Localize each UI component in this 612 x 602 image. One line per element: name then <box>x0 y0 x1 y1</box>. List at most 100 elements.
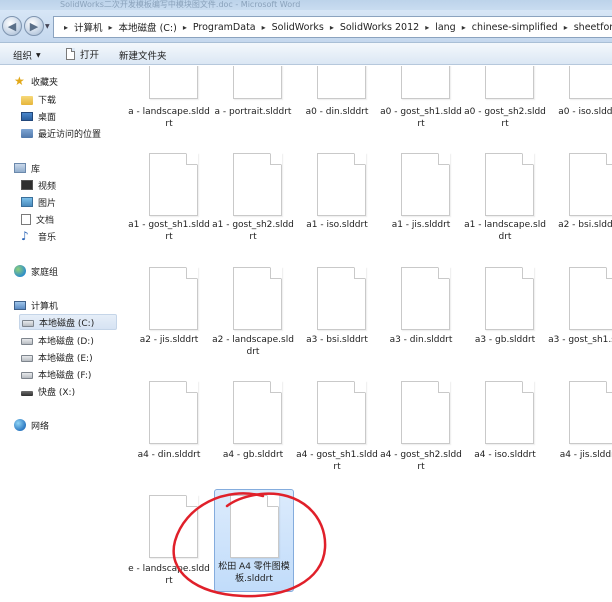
file-name: e - landscape.slddrt <box>128 564 210 586</box>
file-item[interactable]: a1 - iso.slddrt <box>295 150 379 258</box>
file-icon <box>317 153 366 216</box>
file-item[interactable]: a1 - gost_sh1.slddrt <box>127 150 211 258</box>
file-item[interactable]: a4 - gost_sh1.slddrt <box>295 378 379 486</box>
nav-documents[interactable]: 文档 <box>21 211 54 227</box>
file-item[interactable]: a3 - bsi.slddrt <box>295 264 379 372</box>
breadcrumb-solidworks-2012[interactable]: SolidWorks 2012 <box>337 22 422 33</box>
hard-drive-icon <box>21 355 33 362</box>
file-item[interactable]: a4 - gb.slddrt <box>211 378 295 486</box>
nav-pictures[interactable]: 图片 <box>21 194 56 210</box>
nav-drive-d[interactable]: 本地磁盘 (D:) <box>21 332 94 348</box>
file-icon <box>569 153 612 216</box>
file-name: a1 - gost_sh2.slddrt <box>212 220 294 242</box>
file-icon <box>569 66 612 99</box>
breadcrumb-separator[interactable]: ▸ <box>327 23 337 32</box>
nav-usb-x[interactable]: 快盘 (X:) <box>21 383 75 399</box>
file-item[interactable]: a4 - iso.slddrt <box>463 378 547 486</box>
file-item-selected[interactable]: 松田 A4 零件图模板.slddrt <box>214 489 294 592</box>
file-item[interactable]: a4 - din.slddrt <box>127 378 211 486</box>
breadcrumb-separator[interactable]: ▸ <box>561 23 571 32</box>
breadcrumb-separator[interactable]: ▸ <box>422 23 432 32</box>
breadcrumb-separator[interactable]: ▸ <box>459 23 469 32</box>
nav-homegroup[interactable]: 家庭组 <box>14 263 58 279</box>
breadcrumb-solidworks[interactable]: SolidWorks <box>269 22 327 33</box>
file-name: a2 - bsi.slddrt <box>558 220 612 230</box>
breadcrumb-drive-c[interactable]: 本地磁盘 (C:) <box>116 20 180 34</box>
open-button[interactable]: 打开 <box>66 47 99 61</box>
nav-computer[interactable]: 计算机 <box>14 297 58 313</box>
file-icon <box>569 267 612 330</box>
nav-computer-label: 计算机 <box>31 301 59 312</box>
file-item[interactable]: a0 - din.slddrt <box>295 66 379 144</box>
file-item[interactable]: a2 - bsi.slddrt <box>547 150 612 258</box>
nav-network[interactable]: 网络 <box>14 417 49 433</box>
file-item[interactable]: a2 - jis.slddrt <box>127 264 211 372</box>
file-item[interactable]: a0 - gost_sh1.slddrt <box>379 66 463 144</box>
recent-pages-dropdown[interactable]: ▼ <box>45 23 50 30</box>
nav-libraries[interactable]: 库 <box>14 160 40 176</box>
file-item[interactable]: a4 - jis.slddrt <box>547 378 612 486</box>
file-name: a3 - bsi.slddrt <box>306 335 368 345</box>
nav-recent-places[interactable]: 最近访问的位置 <box>21 125 101 141</box>
breadcrumb-separator[interactable]: ▸ <box>61 23 71 32</box>
file-item[interactable]: a3 - din.slddrt <box>379 264 463 372</box>
breadcrumb-computer[interactable]: 计算机 <box>71 20 106 34</box>
file-item[interactable]: a1 - jis.slddrt <box>379 150 463 258</box>
nav-downloads[interactable]: 下载 <box>21 91 56 107</box>
file-name: a4 - din.slddrt <box>137 450 201 460</box>
file-item[interactable]: a1 - gost_sh2.slddrt <box>211 150 295 258</box>
navigation-pane: ★ 收藏夹 下载 桌面 最近访问的位置 库 视频 图片 文档 ♪ 音乐 家庭组 … <box>0 66 121 602</box>
file-item[interactable]: a2 - landscape.slddrt <box>211 264 295 372</box>
nav-drive-f[interactable]: 本地磁盘 (F:) <box>21 366 91 382</box>
file-item[interactable]: a - portrait.slddrt <box>211 66 295 144</box>
file-icon <box>317 267 366 330</box>
file-icon <box>485 267 534 330</box>
nav-favorites[interactable]: ★ 收藏夹 <box>14 73 58 89</box>
file-item[interactable]: a3 - gost_sh1.sldd <box>547 264 612 372</box>
forward-button[interactable]: ▶ <box>24 16 44 36</box>
file-icon <box>317 66 366 99</box>
file-item[interactable]: a - landscape.slddrt <box>127 66 211 144</box>
new-folder-label: 新建文件夹 <box>119 51 167 62</box>
hard-drive-icon <box>21 372 33 379</box>
nav-music[interactable]: ♪ 音乐 <box>21 228 56 244</box>
nav-drive-e[interactable]: 本地磁盘 (E:) <box>21 349 93 365</box>
file-name: a1 - landscape.slddrt <box>464 220 546 242</box>
nav-videos[interactable]: 视频 <box>21 177 56 193</box>
file-item[interactable]: a1 - landscape.slddrt <box>463 150 547 258</box>
hard-drive-icon <box>22 320 34 327</box>
file-item[interactable]: a0 - gost_sh2.slddrt <box>463 66 547 144</box>
file-icon <box>485 66 534 99</box>
breadcrumb-chinese-simplified[interactable]: chinese-simplified <box>469 22 561 33</box>
file-name: a4 - jis.slddrt <box>559 450 612 460</box>
file-name: a3 - din.slddrt <box>389 335 453 345</box>
nav-network-label: 网络 <box>31 421 50 432</box>
new-folder-button[interactable]: 新建文件夹 <box>119 48 167 62</box>
file-name: a3 - gb.slddrt <box>474 335 536 345</box>
nav-drive-c[interactable]: 本地磁盘 (C:) <box>19 314 117 330</box>
file-name: a0 - din.slddrt <box>305 107 369 117</box>
organize-button[interactable]: 组织 ▼ <box>13 48 41 62</box>
file-name: a1 - jis.slddrt <box>391 220 451 230</box>
nav-desktop[interactable]: 桌面 <box>21 108 56 124</box>
breadcrumb-separator[interactable]: ▸ <box>106 23 116 32</box>
file-icon <box>149 495 198 558</box>
file-name: a0 - gost_sh2.slddrt <box>464 107 546 129</box>
file-item[interactable]: a3 - gb.slddrt <box>463 264 547 372</box>
file-icon <box>485 381 534 444</box>
breadcrumb-programdata[interactable]: ProgramData <box>190 22 259 33</box>
file-item[interactable]: e - landscape.slddrt <box>127 492 211 600</box>
file-icon <box>233 381 282 444</box>
file-item[interactable]: a4 - gost_sh2.slddrt <box>379 378 463 486</box>
file-name: a0 - gost_sh1.slddrt <box>380 107 462 129</box>
breadcrumb-sheetformat[interactable]: sheetform <box>571 22 612 33</box>
file-name: a4 - iso.slddrt <box>474 450 536 460</box>
breadcrumb-separator[interactable]: ▸ <box>180 23 190 32</box>
back-button[interactable]: ◀ <box>2 16 22 36</box>
breadcrumb-separator[interactable]: ▸ <box>259 23 269 32</box>
breadcrumb-lang[interactable]: lang <box>432 22 459 33</box>
file-icon <box>401 381 450 444</box>
organize-label: 组织 <box>13 51 33 62</box>
address-bar[interactable]: ▸ 计算机 ▸ 本地磁盘 (C:) ▸ ProgramData ▸ SolidW… <box>53 16 612 38</box>
file-item[interactable]: a0 - iso.slddrt <box>547 66 612 144</box>
